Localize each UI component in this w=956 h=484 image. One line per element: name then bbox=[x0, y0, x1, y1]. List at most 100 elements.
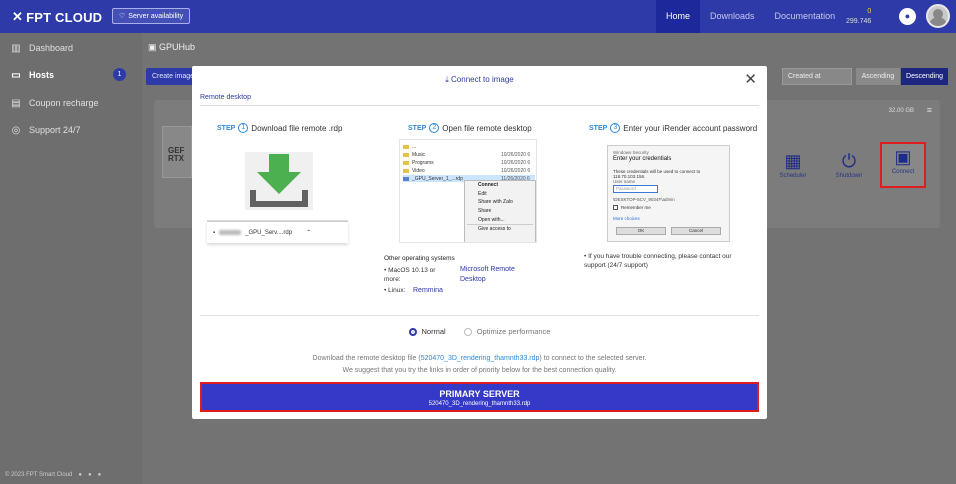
linkedin-icon[interactable]: ● bbox=[88, 472, 92, 478]
shutdown-button[interactable]: ⏻ Shutdown bbox=[827, 151, 871, 179]
connect-label: Connect bbox=[891, 169, 915, 175]
hosts-count-badge: 1 bbox=[113, 68, 126, 81]
footer: © 2023 FPT Smart Cloud ● ● ● bbox=[5, 472, 101, 478]
breadcrumb: ▣ GPUHub bbox=[148, 42, 195, 53]
microsoft-remote-desktop-link[interactable]: Microsoft Remote Desktop bbox=[460, 265, 535, 285]
step-text: Enter your iRender account password bbox=[623, 123, 758, 133]
optimize-radio[interactable]: Optimize performance bbox=[463, 327, 551, 336]
normal-radio[interactable]: Normal bbox=[408, 327, 446, 336]
server-availability-label: Server availability bbox=[128, 12, 184, 20]
modal-header: ⤓ Connect to image bbox=[192, 66, 767, 94]
sidebar-item-hosts[interactable]: ▭ Hosts 1 bbox=[10, 68, 136, 82]
tab-remote-desktop[interactable]: Remote desktop bbox=[200, 94, 251, 101]
connect-button[interactable]: ▣ Connect bbox=[880, 142, 926, 188]
notification-bell-icon[interactable]: ● bbox=[899, 8, 916, 25]
menu-item-open-with: Open with... bbox=[478, 216, 505, 223]
menu-item-share-zalo: Share with Zalo bbox=[478, 199, 513, 206]
calendar-icon: ▦ bbox=[784, 151, 802, 171]
sidebar-item-label: Coupon recharge bbox=[29, 98, 99, 108]
breadcrumb-label: GPUHub bbox=[159, 42, 196, 52]
sidebar-item-label: Hosts bbox=[29, 70, 55, 80]
step-label: STEP bbox=[217, 124, 236, 132]
gpu-label-2: RTX bbox=[168, 154, 184, 163]
menu-item-share: Share bbox=[478, 208, 492, 215]
download-bar[interactable]: ▪ _GPU_Serv....rdp ⌃ bbox=[207, 221, 348, 243]
sidebar-item-dashboard[interactable]: ▥ Dashboard bbox=[10, 41, 136, 55]
top-bar: ✕ FPT CLOUD ♡ Server availability Home D… bbox=[0, 0, 956, 33]
context-menu: Connect Edit Share with Zalo Share Open … bbox=[464, 180, 536, 242]
normal-label: Normal bbox=[421, 327, 446, 336]
sort-select[interactable]: Created at bbox=[782, 68, 852, 85]
remmina-link[interactable]: Remmina bbox=[413, 286, 443, 296]
shutdown-label: Shutdown bbox=[835, 173, 863, 179]
sidebar-item-support[interactable]: ◎ Support 24/7 bbox=[10, 123, 136, 137]
step-label: STEP bbox=[589, 124, 608, 132]
menu-item-connect: Connect bbox=[478, 182, 498, 188]
primary-server-file: 520470_3D_rendering_thamnth33.rdp bbox=[428, 401, 531, 407]
menu-item-edit: Edit bbox=[478, 190, 487, 197]
download-filename: _GPU_Serv....rdp bbox=[245, 229, 293, 236]
step-text: Download file remote .rdp bbox=[251, 123, 343, 133]
power-icon: ⏻ bbox=[841, 151, 857, 171]
tab-divider bbox=[200, 105, 759, 106]
other-os-title: Other operating systems bbox=[384, 255, 455, 262]
sidebar-item-coupon-recharge[interactable]: ▤ Coupon recharge bbox=[10, 96, 136, 110]
remote-monitor-icon: ▣ bbox=[894, 147, 912, 167]
radio-checked-icon bbox=[408, 327, 417, 336]
connection-mode-options: Normal Optimize performance bbox=[192, 327, 767, 336]
download-note: Download the remote desktop file (520470… bbox=[312, 355, 647, 362]
step-3-header: STEP 3 Enter your iRender account passwo… bbox=[589, 123, 757, 133]
facebook-icon[interactable]: ● bbox=[78, 472, 82, 478]
credentials-dialog-screenshot: Windows Security Enter your credentials … bbox=[607, 145, 730, 242]
copyright: © 2023 FPT Smart Cloud bbox=[5, 472, 73, 478]
blurred-text bbox=[219, 230, 242, 235]
step-2-header: STEP 2 Open file remote desktop bbox=[408, 123, 532, 133]
rdp-file-link[interactable]: 520470_3D_rendering_thamnth33.rdp bbox=[421, 355, 540, 362]
macos-label: • MacOS 10.13 or more: bbox=[384, 267, 436, 283]
list-item: Programs 10/26/2020 6 bbox=[403, 159, 535, 166]
server-availability-button[interactable]: ♡ Server availability bbox=[112, 8, 191, 24]
sort-descending-button[interactable]: Descending bbox=[901, 68, 948, 85]
sidebar-item-label: Support 24/7 bbox=[29, 125, 81, 135]
optimize-label: Optimize performance bbox=[476, 327, 551, 336]
nav-documentation[interactable]: Documentation bbox=[765, 0, 846, 33]
wallet-top: 0 bbox=[867, 8, 872, 15]
wallet-balance[interactable]: 0 299.746 bbox=[846, 7, 871, 27]
step-number: 3 bbox=[610, 123, 621, 133]
gpu-info: GEF RTX bbox=[162, 126, 192, 178]
suggestion-note: We suggest that you try the links in ord… bbox=[342, 367, 617, 374]
monitor-icon: ▭ bbox=[11, 69, 21, 81]
primary-server-title: PRIMARY SERVER bbox=[439, 389, 520, 399]
close-icon[interactable]: ✕ bbox=[744, 72, 757, 87]
divider bbox=[200, 315, 759, 316]
scheduler-button[interactable]: ▦ Scheduler bbox=[771, 151, 815, 179]
modal-title: Connect to image bbox=[451, 75, 514, 84]
avatar[interactable] bbox=[926, 4, 950, 28]
file-explorer-screenshot: ... Music 10/26/2020 6 Programs 10/26/2020… bbox=[399, 139, 537, 243]
download-icon: ⤓ bbox=[445, 75, 449, 84]
menu-icon[interactable]: ≡ bbox=[927, 105, 932, 115]
sort-ascending-button[interactable]: Ascending bbox=[856, 68, 900, 85]
radio-unchecked-icon bbox=[463, 327, 472, 336]
step-text: Open file remote desktop bbox=[442, 123, 532, 133]
scheduler-label: Scheduler bbox=[779, 173, 807, 179]
support-icon: ◎ bbox=[11, 124, 21, 136]
fpt-cloud-logo[interactable]: ✕ FPT CLOUD bbox=[12, 9, 102, 25]
gpuhub-icon: ▣ bbox=[148, 42, 157, 52]
primary-server-button[interactable]: PRIMARY SERVER 520470_3D_rendering_thamn… bbox=[200, 382, 759, 412]
linux-label: • Linux: bbox=[384, 287, 406, 294]
dashboard-icon: ▥ bbox=[11, 42, 21, 54]
connect-modal: ⤓ Connect to image ✕ Remote desktop STEP… bbox=[192, 66, 767, 419]
nav-home[interactable]: Home bbox=[656, 0, 701, 33]
step-number: 2 bbox=[429, 123, 440, 133]
download-arrow-icon bbox=[250, 154, 308, 207]
rdp-file-icon: ▪ bbox=[213, 229, 216, 236]
wallet-bottom: 299.746 bbox=[846, 18, 872, 25]
download-illustration bbox=[245, 152, 313, 210]
step-label: STEP bbox=[408, 124, 427, 132]
step-number: 1 bbox=[238, 123, 249, 133]
youtube-icon[interactable]: ● bbox=[98, 472, 102, 478]
nav-downloads[interactable]: Downloads bbox=[700, 0, 765, 33]
storage-size: 32.00 GB bbox=[888, 108, 914, 114]
top-nav: Home Downloads Documentation bbox=[656, 0, 845, 33]
